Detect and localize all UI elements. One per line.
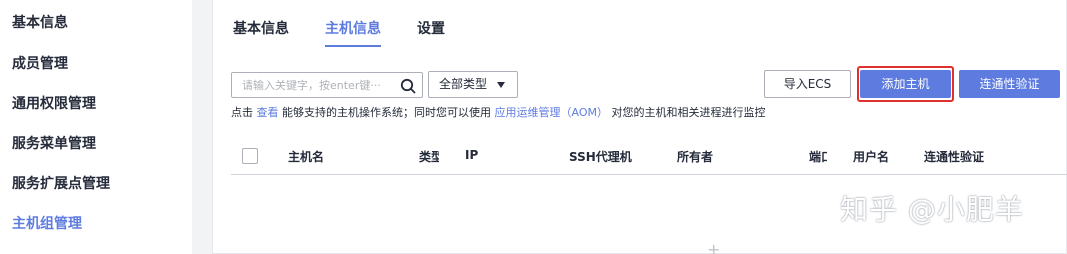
sidebar-item-service-menu[interactable]: 服务菜单管理 — [0, 124, 192, 164]
view-os-link[interactable]: 查看 — [257, 106, 279, 119]
search-box — [231, 72, 423, 98]
column-connectivity[interactable]: 连通性验证 — [924, 148, 984, 165]
column-hostname[interactable]: 主机名 — [288, 148, 324, 165]
hint-text: 点击 查看 能够支持的主机操作系统；同时您可以使用 应用运维管理（AOM） 对您… — [231, 104, 765, 120]
tab-basic-info[interactable]: 基本信息 — [233, 18, 289, 47]
watermark: 知乎 @小肥羊 — [840, 193, 1024, 226]
column-owner[interactable]: 所有者 — [677, 148, 713, 165]
expand-plus-icon[interactable]: + — [707, 240, 720, 254]
sidebar: 基本信息 成员管理 通用权限管理 服务菜单管理 服务扩展点管理 主机组管理 — [0, 0, 192, 254]
import-ecs-button[interactable]: 导入ECS — [764, 70, 851, 98]
tab-host-info[interactable]: 主机信息 — [325, 18, 381, 47]
column-type[interactable]: 类型 — [419, 148, 439, 165]
table-header: 主机名 类型 IP SSH代理机 所有者 端口 用户名 连通性验证 — [231, 140, 1067, 175]
type-select[interactable]: 全部类型 — [428, 71, 518, 98]
sidebar-item-members[interactable]: 成员管理 — [0, 44, 192, 84]
sidebar-item-extension-points[interactable]: 服务扩展点管理 — [0, 164, 192, 204]
search-icon[interactable] — [400, 78, 416, 94]
sidebar-item-basic-info[interactable]: 基本信息 — [0, 0, 192, 44]
aom-link[interactable]: 应用运维管理（AOM） — [495, 106, 608, 119]
hint-suffix: 对您的主机和相关进程进行监控 — [611, 106, 766, 119]
add-host-button[interactable]: 添加主机 — [860, 70, 951, 98]
column-username[interactable]: 用户名 — [853, 148, 889, 165]
hint-middle: 能够支持的主机操作系统；同时您可以使用 — [282, 106, 491, 119]
search-input[interactable] — [232, 73, 392, 97]
column-ip[interactable]: IP — [465, 148, 478, 162]
hint-prefix: 点击 — [231, 106, 253, 119]
tab-settings[interactable]: 设置 — [417, 18, 445, 47]
column-port[interactable]: 端口 — [809, 148, 827, 165]
tab-bar: 基本信息 主机信息 设置 — [233, 18, 481, 47]
column-ssh-proxy[interactable]: SSH代理机 — [569, 148, 632, 165]
caret-down-icon — [497, 82, 505, 88]
type-select-value: 全部类型 — [439, 77, 488, 91]
select-all-checkbox[interactable] — [242, 148, 258, 164]
connectivity-verify-button[interactable]: 连通性验证 — [959, 70, 1060, 98]
sidebar-item-permissions[interactable]: 通用权限管理 — [0, 84, 192, 124]
sidebar-item-host-groups[interactable]: 主机组管理 — [0, 204, 192, 244]
